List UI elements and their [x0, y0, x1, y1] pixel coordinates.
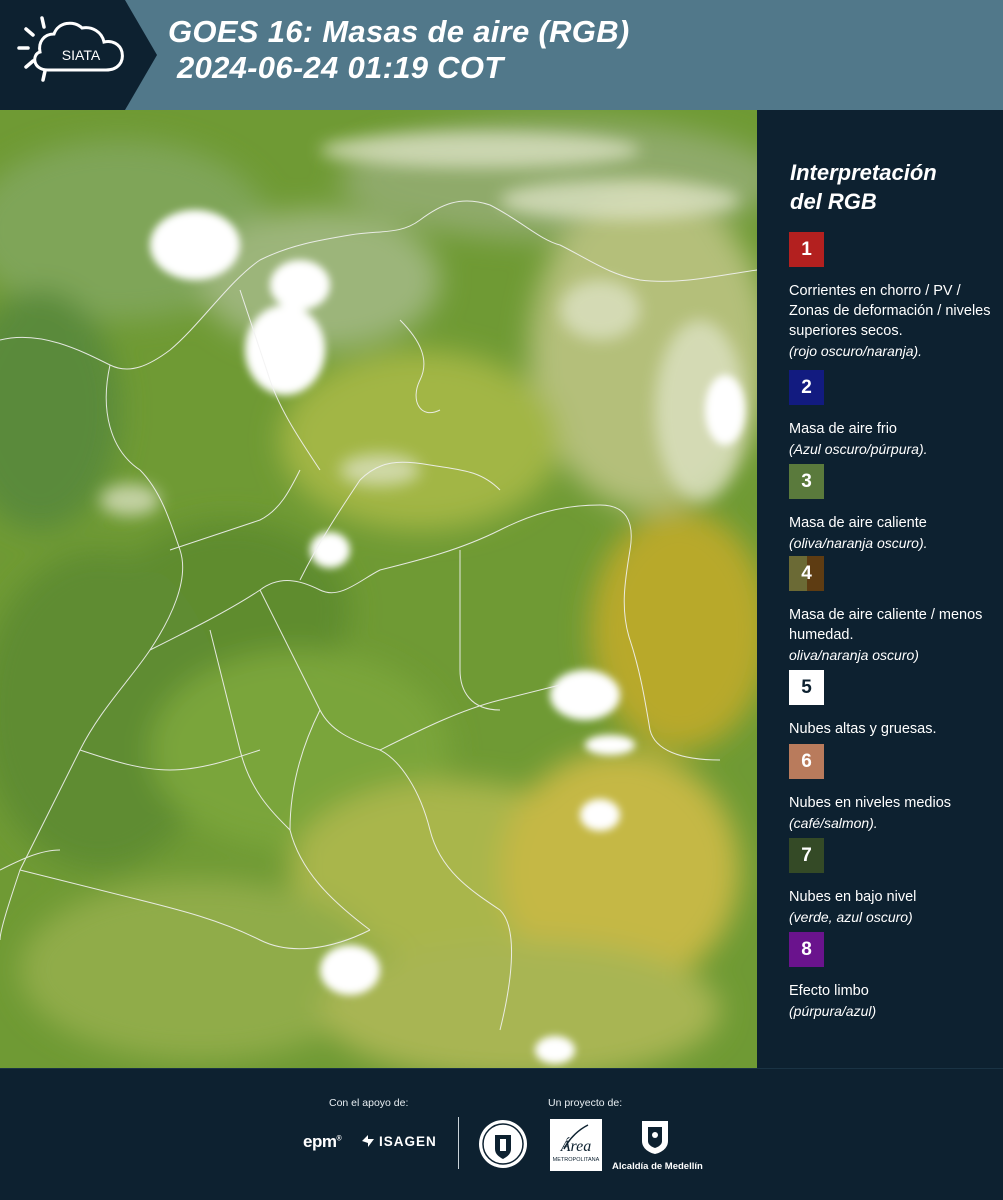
legend-swatch-1: 1: [789, 232, 824, 267]
legend-swatch-2: 2: [789, 370, 824, 405]
legend-item-label: Masa de aire frio: [789, 421, 897, 437]
area-metropolitana-logo: Área METROPOLITANA: [550, 1119, 602, 1171]
legend-swatch-number: 4: [801, 562, 812, 584]
area-logo-subtext: METROPOLITANA: [553, 1157, 600, 1163]
legend-item-label: Nubes altas y gruesas.: [789, 721, 937, 737]
legend-swatch-number: 1: [801, 238, 812, 260]
alcaldia-logo-text: Alcaldía de Medellín: [612, 1161, 703, 1172]
legend-title: Interpretación del RGB: [790, 158, 937, 216]
legend-item-label: Nubes en niveles medios: [789, 795, 952, 811]
legend-item-6: 6 Nubes en niveles medios (café/salmon).: [789, 744, 994, 833]
legend-swatch-5: 5: [789, 670, 824, 705]
satellite-map: [0, 110, 757, 1068]
legend-item-label: Nubes en bajo nivel: [789, 889, 917, 905]
support-label: Con el apoyo de:: [329, 1097, 409, 1109]
legend-title-line2: del RGB: [790, 189, 877, 214]
legend-swatch-number: 2: [801, 376, 812, 398]
alcaldia-shield-icon: [642, 1121, 668, 1154]
legend-item-label: Masa de aire caliente: [789, 515, 927, 531]
legend-swatch-8: 8: [789, 932, 824, 967]
legend-swatch-3: 3: [789, 464, 824, 499]
legend-item-text: Nubes altas y gruesas.: [789, 719, 994, 739]
project-label: Un proyecto de:: [548, 1097, 623, 1109]
legend-item-text: Nubes en niveles medios (café/salmon).: [789, 793, 994, 833]
legend-swatch-number: 7: [801, 844, 812, 866]
university-seal-icon: [479, 1120, 527, 1168]
siata-logo-text: SIATA: [62, 47, 101, 63]
legend-item-note: (verde, azul oscuro): [789, 909, 913, 925]
epm-logo-text: epm: [303, 1132, 337, 1151]
isagen-icon: [362, 1135, 374, 1147]
legend-item-note: (Azul oscuro/púrpura).: [789, 441, 928, 457]
legend-item-text: Masa de aire caliente (oliva/naranja oscu…: [789, 513, 994, 553]
legend-item-label: Efecto limbo: [789, 983, 869, 999]
area-metropolitana-icon: Área METROPOLITANA: [550, 1119, 602, 1171]
legend-item-text: Nubes en bajo nivel (verde, azul oscuro): [789, 887, 994, 927]
legend-item-7: 7 Nubes en bajo nivel (verde, azul oscuro…: [789, 838, 994, 927]
isagen-logo: ISAGEN: [360, 1133, 437, 1149]
rgb-legend: Interpretación del RGB 1 Corrientes en c…: [757, 110, 1003, 1068]
legend-item-note: (púrpura/azul): [789, 1003, 877, 1019]
legend-item-label: Corrientes en chorro / PV / Zonas de def…: [789, 283, 991, 339]
legend-item-8: 8 Efecto limbo (púrpura/azul): [789, 932, 994, 1021]
legend-item-note: (café/salmon).: [789, 815, 878, 831]
header: SIATA GOES 16: Masas de aire (RGB) 2024-…: [0, 0, 1003, 110]
title-timestamp: 2024-06-24 01:19 COT: [177, 50, 504, 85]
legend-item-note: oliva/naranja oscuro): [789, 647, 919, 663]
legend-swatch-4: 4: [789, 556, 824, 591]
legend-item-4: 4 Masa de aire caliente / menos humedad.…: [789, 556, 994, 665]
epm-logo: epm®: [303, 1132, 342, 1151]
legend-item-3: 3 Masa de aire caliente (oliva/naranja os…: [789, 464, 994, 553]
legend-swatch-number: 6: [801, 750, 812, 772]
area-logo-text: Área: [560, 1136, 592, 1155]
legend-item-5: 5 Nubes altas y gruesas.: [789, 670, 994, 739]
footer-divider: [458, 1117, 459, 1169]
legend-swatch-6: 6: [789, 744, 824, 779]
legend-item-text: Masa de aire frio (Azul oscuro/púrpura).: [789, 419, 994, 459]
legend-swatch-number: 3: [801, 470, 812, 492]
legend-swatch-number: 5: [801, 676, 812, 698]
siata-logo: SIATA: [0, 0, 160, 110]
satellite-image: [0, 110, 757, 1068]
title-product: GOES 16: Masas de aire (RGB): [168, 14, 630, 49]
legend-item-text: Corrientes en chorro / PV / Zonas de def…: [789, 281, 994, 361]
legend-item-label: Masa de aire caliente / menos humedad.: [789, 607, 983, 643]
legend-item-2: 2 Masa de aire frio (Azul oscuro/púrpura)…: [789, 370, 994, 459]
legend-item-text: Efecto limbo (púrpura/azul): [789, 981, 994, 1021]
legend-item-text: Masa de aire caliente / menos humedad. ol…: [789, 605, 994, 665]
legend-title-line1: Interpretación: [790, 160, 937, 185]
isagen-logo-text: ISAGEN: [379, 1133, 437, 1149]
legend-item-note: (rojo oscuro/naranja).: [789, 343, 923, 359]
legend-swatch-7: 7: [789, 838, 824, 873]
legend-swatch-number: 8: [801, 938, 812, 960]
footer: Con el apoyo de: Un proyecto de: epm® IS…: [0, 1068, 1003, 1200]
legend-item-1: 1 Corrientes en chorro / PV / Zonas de d…: [789, 232, 994, 361]
page-title: GOES 16: Masas de aire (RGB) 2024-06-24 …: [168, 14, 630, 86]
legend-item-note: (oliva/naranja oscuro).: [789, 535, 928, 551]
